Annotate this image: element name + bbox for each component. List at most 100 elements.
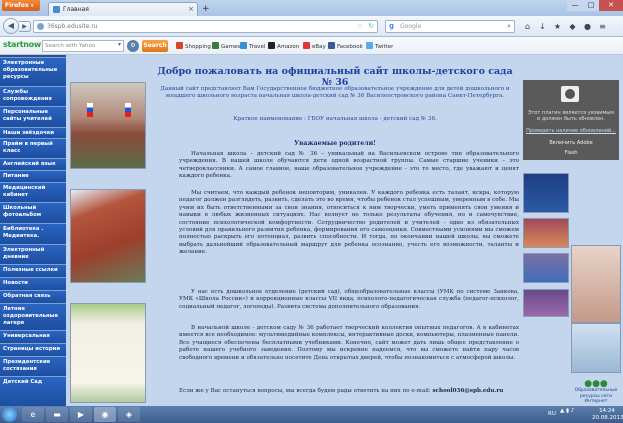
address-bar[interactable]: 36spb.edusite.ru ☆ ↻ (33, 20, 378, 33)
start-button[interactable] (2, 407, 17, 422)
travel-icon (240, 42, 247, 49)
sidebar-item[interactable]: Медицинский кабинет (0, 182, 66, 202)
facebook-icon (328, 42, 335, 49)
clock-date: 20.08.2013 (592, 414, 623, 421)
photo-column (70, 55, 146, 406)
addon-icon[interactable]: ◆ (566, 20, 579, 33)
bookmarks-icon[interactable]: ★ (551, 20, 564, 33)
language-indicator[interactable]: RU (548, 411, 556, 417)
browser-tab[interactable]: Главная × (48, 2, 198, 16)
web-search-box[interactable]: g Google ⌕ (385, 20, 515, 33)
toolbar-link-label: Travel (249, 44, 266, 50)
toolbar-link-twitter[interactable]: Twitter (366, 42, 393, 50)
sidebar-item[interactable]: Универсальная (0, 330, 66, 343)
startnow-logo[interactable]: startnow (3, 40, 41, 49)
sidebar-item[interactable]: Детский Сад (0, 376, 66, 406)
resources-logo-label: Образовательные ресурсы сети Интернет (574, 388, 618, 404)
bookmark-star-icon[interactable]: ☆ (357, 22, 363, 30)
window-close-button[interactable]: ✕ (599, 0, 623, 11)
sidebar-item[interactable]: Наши звёздочки (0, 127, 66, 138)
email-link[interactable]: school036@spb.edu.ru (432, 388, 503, 394)
search-icon[interactable]: ⌕ (507, 22, 511, 31)
toolbar-search-placeholder: Search with Yahoo (45, 43, 96, 49)
sidebar-item[interactable]: Службы сопровождения (0, 86, 66, 106)
paragraph: В начальной школе - детском саду № 36 ра… (179, 325, 519, 361)
toolbar-options-icon[interactable]: ⚙ (127, 40, 139, 52)
google-icon: g (389, 22, 395, 30)
sidebar-item[interactable]: Полезные ссылки (0, 264, 66, 277)
banner-image[interactable] (523, 218, 569, 248)
window-maximize-button[interactable]: □ (583, 0, 599, 11)
system-clock[interactable]: 14:24 20.08.2013 (592, 408, 623, 421)
media-player-icon[interactable]: ▶ (70, 407, 92, 422)
enable-flash-button[interactable]: Включить Adobe Flash (543, 138, 599, 156)
downloads-icon[interactable]: ↓ (536, 20, 549, 33)
browser-title-bar: Firefox ▾ Главная × + — □ ✕ (0, 0, 623, 16)
sidebar-item[interactable]: Новости (0, 277, 66, 290)
folder-icon[interactable]: ▬ (46, 407, 68, 422)
tab-close-icon[interactable]: × (188, 5, 194, 13)
site-identity-icon[interactable] (37, 23, 44, 30)
sidebar-item[interactable]: Питание (0, 170, 66, 182)
contact-line: Если же у Вас остануться вопросы, мы все… (179, 388, 519, 395)
app-icon[interactable]: ◈ (118, 407, 140, 422)
paragraph: Начальная школа – детский сад № 36 – уни… (179, 151, 519, 180)
back-button[interactable]: ◀ (3, 18, 19, 34)
toolbar-link-facebook[interactable]: Facebook (328, 42, 363, 50)
flash-plugin-placeholder[interactable]: Этот плагин является уязвимым и должен б… (523, 80, 619, 160)
banner-image[interactable] (523, 289, 569, 317)
banner-image[interactable] (523, 253, 569, 283)
sidebar-item[interactable]: Библиотека . Медиатека. (0, 223, 66, 244)
new-tab-button[interactable]: + (202, 4, 210, 14)
toolbar-link-shopping[interactable]: Shopping (176, 42, 211, 50)
sidebar-item[interactable]: Школьный фотоальбом (0, 202, 66, 223)
education-resources-logo[interactable]: ●●● Образовательные ресурсы сети Интерне… (571, 380, 621, 405)
sidebar-item[interactable]: Страницы истории (0, 343, 66, 356)
startnow-toolbar: startnow Search with Yahoo ▾ ⚙ Search Sh… (0, 37, 623, 55)
navigation-bar: ◀ ▶ 36spb.edusite.ru ☆ ↻ g Google ⌕ ⌂ ↓ … (0, 16, 623, 37)
home-icon[interactable]: ⌂ (521, 20, 534, 33)
toolbar-link-travel[interactable]: Travel (240, 42, 265, 50)
web-search-placeholder: Google (400, 23, 422, 30)
startnow-logo-start: start (3, 40, 24, 49)
tab-title: Главная (63, 6, 89, 13)
side-banner[interactable] (571, 323, 621, 373)
side-photo[interactable] (571, 245, 621, 323)
firefox-menu-button[interactable]: Firefox ▾ (2, 0, 40, 11)
tray-icons[interactable]: ▲ ▮ ♪ (560, 408, 574, 414)
window-minimize-button[interactable]: — (567, 0, 583, 11)
paragraph: Мы считаем, что каждый ребенок неповтори… (179, 190, 519, 256)
flag-icon (87, 103, 93, 117)
plugin-update-link[interactable]: Проверить наличие обновлений... (526, 128, 616, 134)
toolbar-search-button[interactable]: Search (142, 40, 168, 52)
main-content: Добро пожаловать на официальный сайт шко… (151, 55, 519, 406)
sync-icon[interactable]: ● (581, 20, 594, 33)
twitter-icon (366, 42, 373, 49)
ie-icon[interactable]: e (22, 407, 44, 422)
sidebar-item[interactable]: Летние оздоровительные лагеря (0, 303, 66, 330)
toolbar-link-ebay[interactable]: eBay (303, 42, 326, 50)
firefox-taskbar-icon[interactable]: ◉ (94, 407, 116, 422)
sidebar-item[interactable]: Электронные образовательные ресурсы (0, 57, 66, 86)
reload-icon[interactable]: ↻ (368, 22, 374, 30)
toolbar-link-amazon[interactable]: Amazon (268, 42, 299, 50)
sidebar-item[interactable]: Электронный дневник (0, 244, 66, 264)
firefox-menu-label: Firefox (5, 2, 29, 9)
chevron-down-icon[interactable]: ▾ (118, 41, 121, 48)
toolbar-link-label: Facebook (337, 44, 363, 50)
toolbar-link-games[interactable]: Games (212, 42, 240, 50)
ebay-icon (303, 42, 310, 49)
toolbar-search-input[interactable]: Search with Yahoo ▾ (42, 40, 124, 52)
sidebar-item[interactable]: Президентские состязания (0, 356, 66, 376)
sidebar-item[interactable]: Обратная связь (0, 290, 66, 303)
games-icon (212, 42, 219, 49)
paragraph: У нас есть дошкольное отделение (детский… (179, 289, 519, 310)
forward-button[interactable]: ▶ (19, 21, 31, 32)
school-hall-photo (70, 82, 146, 169)
sidebar-item[interactable]: Персональные сайты учителей (0, 106, 66, 127)
banner-image[interactable] (523, 173, 569, 213)
toolbar-link-label: Games (221, 44, 241, 50)
sidebar-item[interactable]: Прайм в первый класс (0, 138, 66, 158)
menu-icon[interactable]: ≡ (596, 20, 609, 33)
sidebar-item[interactable]: Английский язык (0, 158, 66, 170)
